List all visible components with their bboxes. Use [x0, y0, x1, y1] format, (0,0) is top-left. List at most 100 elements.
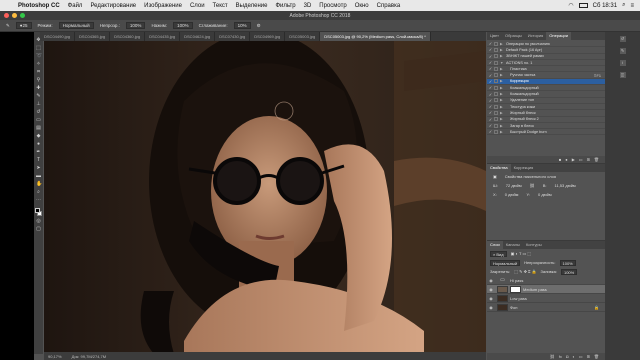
- tab-document[interactable]: DSC04365.jpg: [75, 32, 111, 41]
- fill-input[interactable]: 100%: [560, 268, 578, 275]
- check-icon[interactable]: ✓: [487, 85, 494, 90]
- check-icon[interactable]: ✓: [487, 41, 494, 46]
- eye-icon[interactable]: ◉: [487, 305, 495, 310]
- dodge-tool-icon[interactable]: ●: [36, 142, 41, 147]
- play-icon[interactable]: ▶: [572, 157, 575, 162]
- fx-icon[interactable]: fx: [559, 354, 562, 359]
- tab-document-active[interactable]: DSC05003.jpg @ 90,2% (Medium pass, Слой-…: [320, 32, 431, 41]
- dialog-toggle[interactable]: [494, 129, 498, 134]
- record-icon[interactable]: ●: [565, 157, 567, 162]
- new-set-icon[interactable]: ▭: [579, 157, 583, 162]
- menu-image[interactable]: Изображение: [140, 3, 186, 9]
- foreground-color-swatch[interactable]: [35, 208, 40, 213]
- menu-edit[interactable]: Редактирование: [86, 3, 140, 9]
- history-panel-icon[interactable]: ↺: [619, 36, 626, 42]
- layer-mask-thumbnail[interactable]: [510, 285, 521, 293]
- pen-tool-icon[interactable]: ✒: [36, 150, 41, 155]
- shape-tool-icon[interactable]: ▬: [36, 174, 41, 179]
- add-mask-icon[interactable]: ◘: [566, 354, 568, 359]
- height-value[interactable]: 11,53 дюйм: [555, 183, 576, 188]
- dialog-toggle[interactable]: [494, 98, 498, 103]
- zoom-level[interactable]: 90,17%: [48, 354, 62, 359]
- tab-color[interactable]: Цвет: [487, 32, 502, 40]
- tab-document[interactable]: DSC05003.jpg: [285, 32, 321, 41]
- dialog-toggle[interactable]: [494, 110, 498, 115]
- menu-help[interactable]: Справка: [373, 3, 405, 9]
- mode-select[interactable]: Нормальный: [58, 22, 94, 29]
- tab-document[interactable]: DSC04360.jpg: [110, 32, 146, 41]
- eye-icon[interactable]: ◉: [487, 278, 495, 283]
- quick-mask-icon[interactable]: ◎: [36, 219, 41, 224]
- dialog-toggle[interactable]: [494, 79, 498, 84]
- menu-filter[interactable]: Фильтр: [271, 3, 299, 9]
- brush-size-preset[interactable]: ●25: [15, 22, 32, 29]
- check-icon[interactable]: ✓: [487, 47, 494, 52]
- opacity-input[interactable]: 100%: [125, 22, 146, 29]
- layer-filter-select[interactable]: ⌕ Вид: [490, 250, 507, 257]
- brush-tool-icon[interactable]: ✎: [36, 94, 41, 99]
- dialog-toggle[interactable]: [494, 47, 498, 52]
- action-row[interactable]: ✓ ▶ Быстрый Dodge burn: [487, 129, 605, 136]
- eraser-tool-icon[interactable]: ▭: [36, 118, 41, 123]
- eye-icon[interactable]: ◉: [487, 296, 495, 301]
- tab-document[interactable]: DSC07430.jpg: [215, 32, 251, 41]
- check-icon[interactable]: ✓: [487, 73, 494, 78]
- dialog-toggle[interactable]: [494, 60, 498, 65]
- tab-swatches[interactable]: Образцы: [502, 32, 525, 40]
- screen-mode-icon[interactable]: ▢: [36, 227, 41, 232]
- menu-select[interactable]: Выделение: [232, 3, 272, 9]
- settings-gear-icon[interactable]: ⚙: [257, 23, 261, 29]
- menu-file[interactable]: Файл: [64, 3, 87, 9]
- menu-list-icon[interactable]: ≡: [630, 3, 634, 9]
- layer-row-selected[interactable]: ◉ Medium pass: [487, 285, 605, 294]
- stamp-tool-icon[interactable]: ⊥: [36, 102, 41, 107]
- menubar-clock[interactable]: Сб 18:31: [593, 3, 617, 9]
- search-icon[interactable]: ⌕: [622, 2, 625, 9]
- color-swatches[interactable]: [35, 208, 42, 216]
- tab-actions[interactable]: Операции: [546, 32, 572, 40]
- menu-window[interactable]: Окно: [351, 3, 373, 9]
- eye-icon[interactable]: ◉: [487, 287, 495, 292]
- layer-row[interactable]: ◉ ▭ Hi pass: [487, 276, 605, 285]
- layer-row[interactable]: ◉ Фон 🔒: [487, 303, 605, 312]
- menu-view[interactable]: Просмотр: [315, 3, 350, 9]
- dialog-toggle[interactable]: [494, 104, 498, 109]
- info-panel-icon[interactable]: i: [619, 60, 626, 66]
- zoom-tool-icon[interactable]: ⌕: [36, 190, 41, 195]
- tab-document[interactable]: DSC04624.jpg: [180, 32, 216, 41]
- check-icon[interactable]: ✓: [487, 104, 494, 109]
- hand-tool-icon[interactable]: ✋: [36, 182, 42, 187]
- dialog-toggle[interactable]: [494, 117, 498, 122]
- menu-app[interactable]: Photoshop CC: [14, 3, 64, 9]
- lock-icons[interactable]: ⬚ ✎ ✥ ⌗ 🔒: [514, 269, 536, 274]
- tab-document[interactable]: DSC04490.jpg: [40, 32, 76, 41]
- battery-icon[interactable]: [578, 3, 588, 8]
- menu-text[interactable]: Текст: [209, 3, 232, 9]
- brush-panel-icon[interactable]: ✎: [619, 48, 626, 54]
- layer-row[interactable]: ◉ Low pass: [487, 294, 605, 303]
- trash-icon[interactable]: 🗑: [594, 157, 599, 162]
- tab-history[interactable]: История: [525, 32, 547, 40]
- menu-3d[interactable]: 3D: [300, 3, 316, 9]
- dialog-toggle[interactable]: [494, 66, 498, 71]
- new-layer-icon[interactable]: ⊞: [587, 354, 590, 359]
- check-icon[interactable]: ✓: [487, 129, 494, 134]
- tab-document[interactable]: DSC04969.jpg: [250, 32, 286, 41]
- path-select-tool-icon[interactable]: ➤: [36, 166, 41, 171]
- more-tools-icon[interactable]: ⋯: [36, 198, 41, 203]
- quick-select-tool-icon[interactable]: ✧: [36, 62, 41, 67]
- wifi-icon[interactable]: ◠: [568, 2, 573, 9]
- y-value[interactable]: 0 дюйм: [538, 192, 552, 197]
- filter-icons[interactable]: ▣ ◐ T ▭ ⬚: [511, 251, 532, 256]
- check-icon[interactable]: ✓: [487, 110, 494, 115]
- stop-icon[interactable]: ■: [559, 157, 561, 162]
- tab-document[interactable]: DSC04435.jpg: [145, 32, 181, 41]
- check-icon[interactable]: ✓: [487, 54, 494, 59]
- tab-layers[interactable]: Слои: [487, 241, 503, 249]
- width-value[interactable]: 72 дюйм: [506, 183, 522, 188]
- smooth-input[interactable]: 10%: [233, 22, 251, 29]
- dialog-toggle[interactable]: [494, 85, 498, 90]
- pressure-input[interactable]: 100%: [173, 22, 193, 29]
- menu-layers[interactable]: Слои: [186, 3, 209, 9]
- check-icon[interactable]: ✓: [487, 79, 494, 84]
